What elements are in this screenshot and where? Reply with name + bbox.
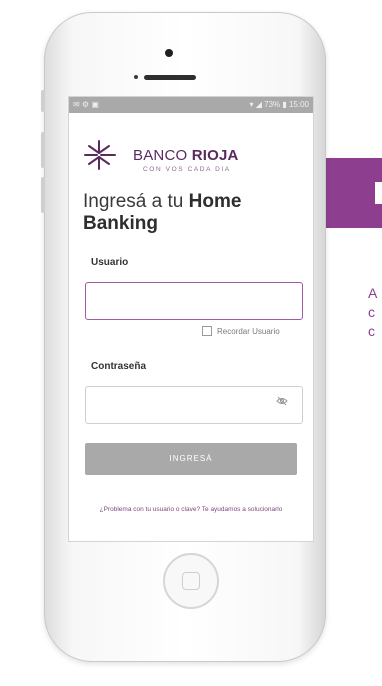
logo-star-icon [84, 140, 116, 170]
home-button[interactable] [163, 553, 219, 609]
home-button-icon [182, 572, 200, 590]
brand-name: BANCO RIOJA [133, 147, 239, 164]
usuario-label: Usuario [91, 257, 129, 268]
ingresa-button[interactable]: INGRESÁ [85, 443, 297, 475]
front-camera [165, 49, 173, 57]
banco-rioja-logo: BANCO RIOJA CON VOS CADA DIA [83, 137, 243, 173]
usuario-input[interactable] [85, 282, 303, 320]
password-input[interactable] [85, 386, 303, 424]
banner-text-fragment [375, 182, 382, 204]
password-label: Contraseña [91, 361, 147, 372]
phone-mute-switch [41, 90, 45, 112]
remember-user[interactable]: Recordar Usuario [202, 326, 280, 336]
phone-volume-up [41, 132, 45, 168]
side-banner [326, 158, 382, 228]
brand-tagline: CON VOS CADA DIA [143, 166, 231, 173]
earpiece-speaker [144, 75, 196, 80]
remember-checkbox[interactable] [202, 326, 212, 336]
sensor-dot [134, 75, 138, 79]
status-right: ▾ ◢ 73% ▮ 15:00 [249, 100, 310, 109]
page-title: Ingresá a tu Home Banking [83, 191, 242, 234]
phone-screen: ✉ ⚙ ▣ ▾ ◢ 73% ▮ 15:00 BANCO RIOJA CON VO… [68, 96, 314, 542]
status-left: ✉ ⚙ ▣ [73, 100, 99, 109]
phone-volume-down [41, 177, 45, 213]
status-bar: ✉ ⚙ ▣ ▾ ◢ 73% ▮ 15:00 [69, 97, 313, 113]
help-link[interactable]: ¿Problema con tu usuario o clave? Te ayu… [89, 505, 293, 514]
eye-slash-icon[interactable] [276, 396, 288, 406]
remember-label: Recordar Usuario [217, 326, 280, 336]
side-text-fragment: A c c [368, 285, 378, 339]
